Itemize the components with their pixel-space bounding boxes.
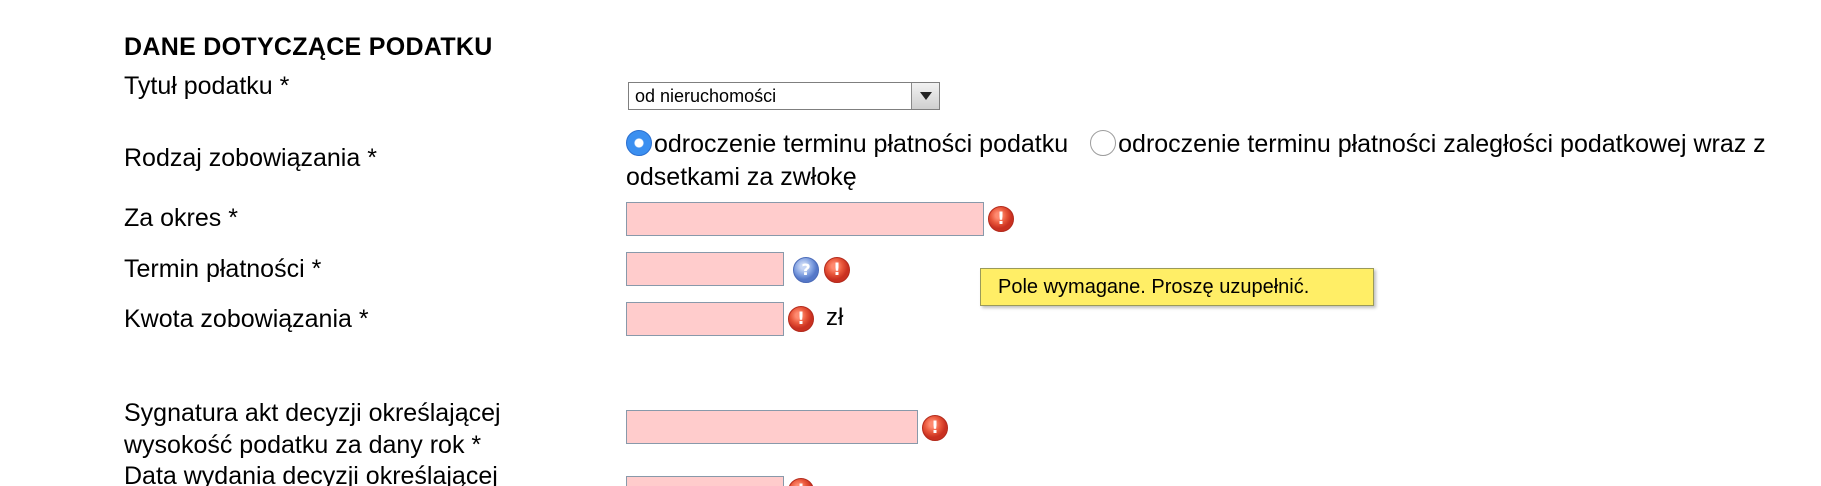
decision-signature-label-line2: wysokość podatku za dany rok * <box>124 431 482 459</box>
error-icon: ! <box>988 206 1014 232</box>
decision-signature-label-line1: Sygnatura akt decyzji określającej <box>124 399 501 427</box>
tax-title-selected-value: od nieruchomości <box>635 86 777 106</box>
decision-date-input[interactable] <box>626 476 784 486</box>
error-icon: ! <box>788 478 814 486</box>
decision-date-label-line1: Data wydania decyzji określającej <box>124 462 498 486</box>
tax-title-label: Tytuł podatku * <box>124 72 290 100</box>
amount-label: Kwota zobowiązania * <box>124 305 369 333</box>
payment-deadline-input[interactable] <box>626 252 784 286</box>
decision-signature-input[interactable] <box>626 410 918 444</box>
amount-unit: zł <box>826 304 844 331</box>
obligation-type-label: Rodzaj zobowiązania * <box>124 144 377 172</box>
tooltip-text: Pole wymagane. Proszę uzupełnić. <box>998 276 1310 298</box>
tax-data-form: DANE DOTYCZĄCE PODATKU Tytuł podatku * o… <box>0 0 1821 486</box>
period-label: Za okres * <box>124 204 238 232</box>
chevron-down-icon[interactable] <box>911 83 939 109</box>
help-icon[interactable]: ? <box>793 257 819 283</box>
period-input[interactable] <box>626 202 984 236</box>
tax-title-select[interactable]: od nieruchomości <box>628 82 940 110</box>
radio-selected-icon[interactable] <box>626 130 652 156</box>
obligation-option-label: odroczenie terminu płatności podatku <box>654 130 1069 158</box>
obligation-option-deferral-tax[interactable]: odroczenie terminu płatności podatku <box>626 130 1068 158</box>
section-title: DANE DOTYCZĄCE PODATKU <box>124 33 493 61</box>
error-icon: ! <box>922 415 948 441</box>
payment-deadline-label: Termin płatności * <box>124 255 322 283</box>
required-field-tooltip: Pole wymagane. Proszę uzupełnić. <box>980 268 1374 306</box>
radio-unselected-icon[interactable] <box>1090 130 1117 156</box>
error-icon: ! <box>788 306 814 332</box>
obligation-type-radio-group: odroczenie terminu płatności podatku odro… <box>626 128 1776 194</box>
amount-input[interactable] <box>626 302 784 336</box>
error-icon: ! <box>824 257 850 283</box>
